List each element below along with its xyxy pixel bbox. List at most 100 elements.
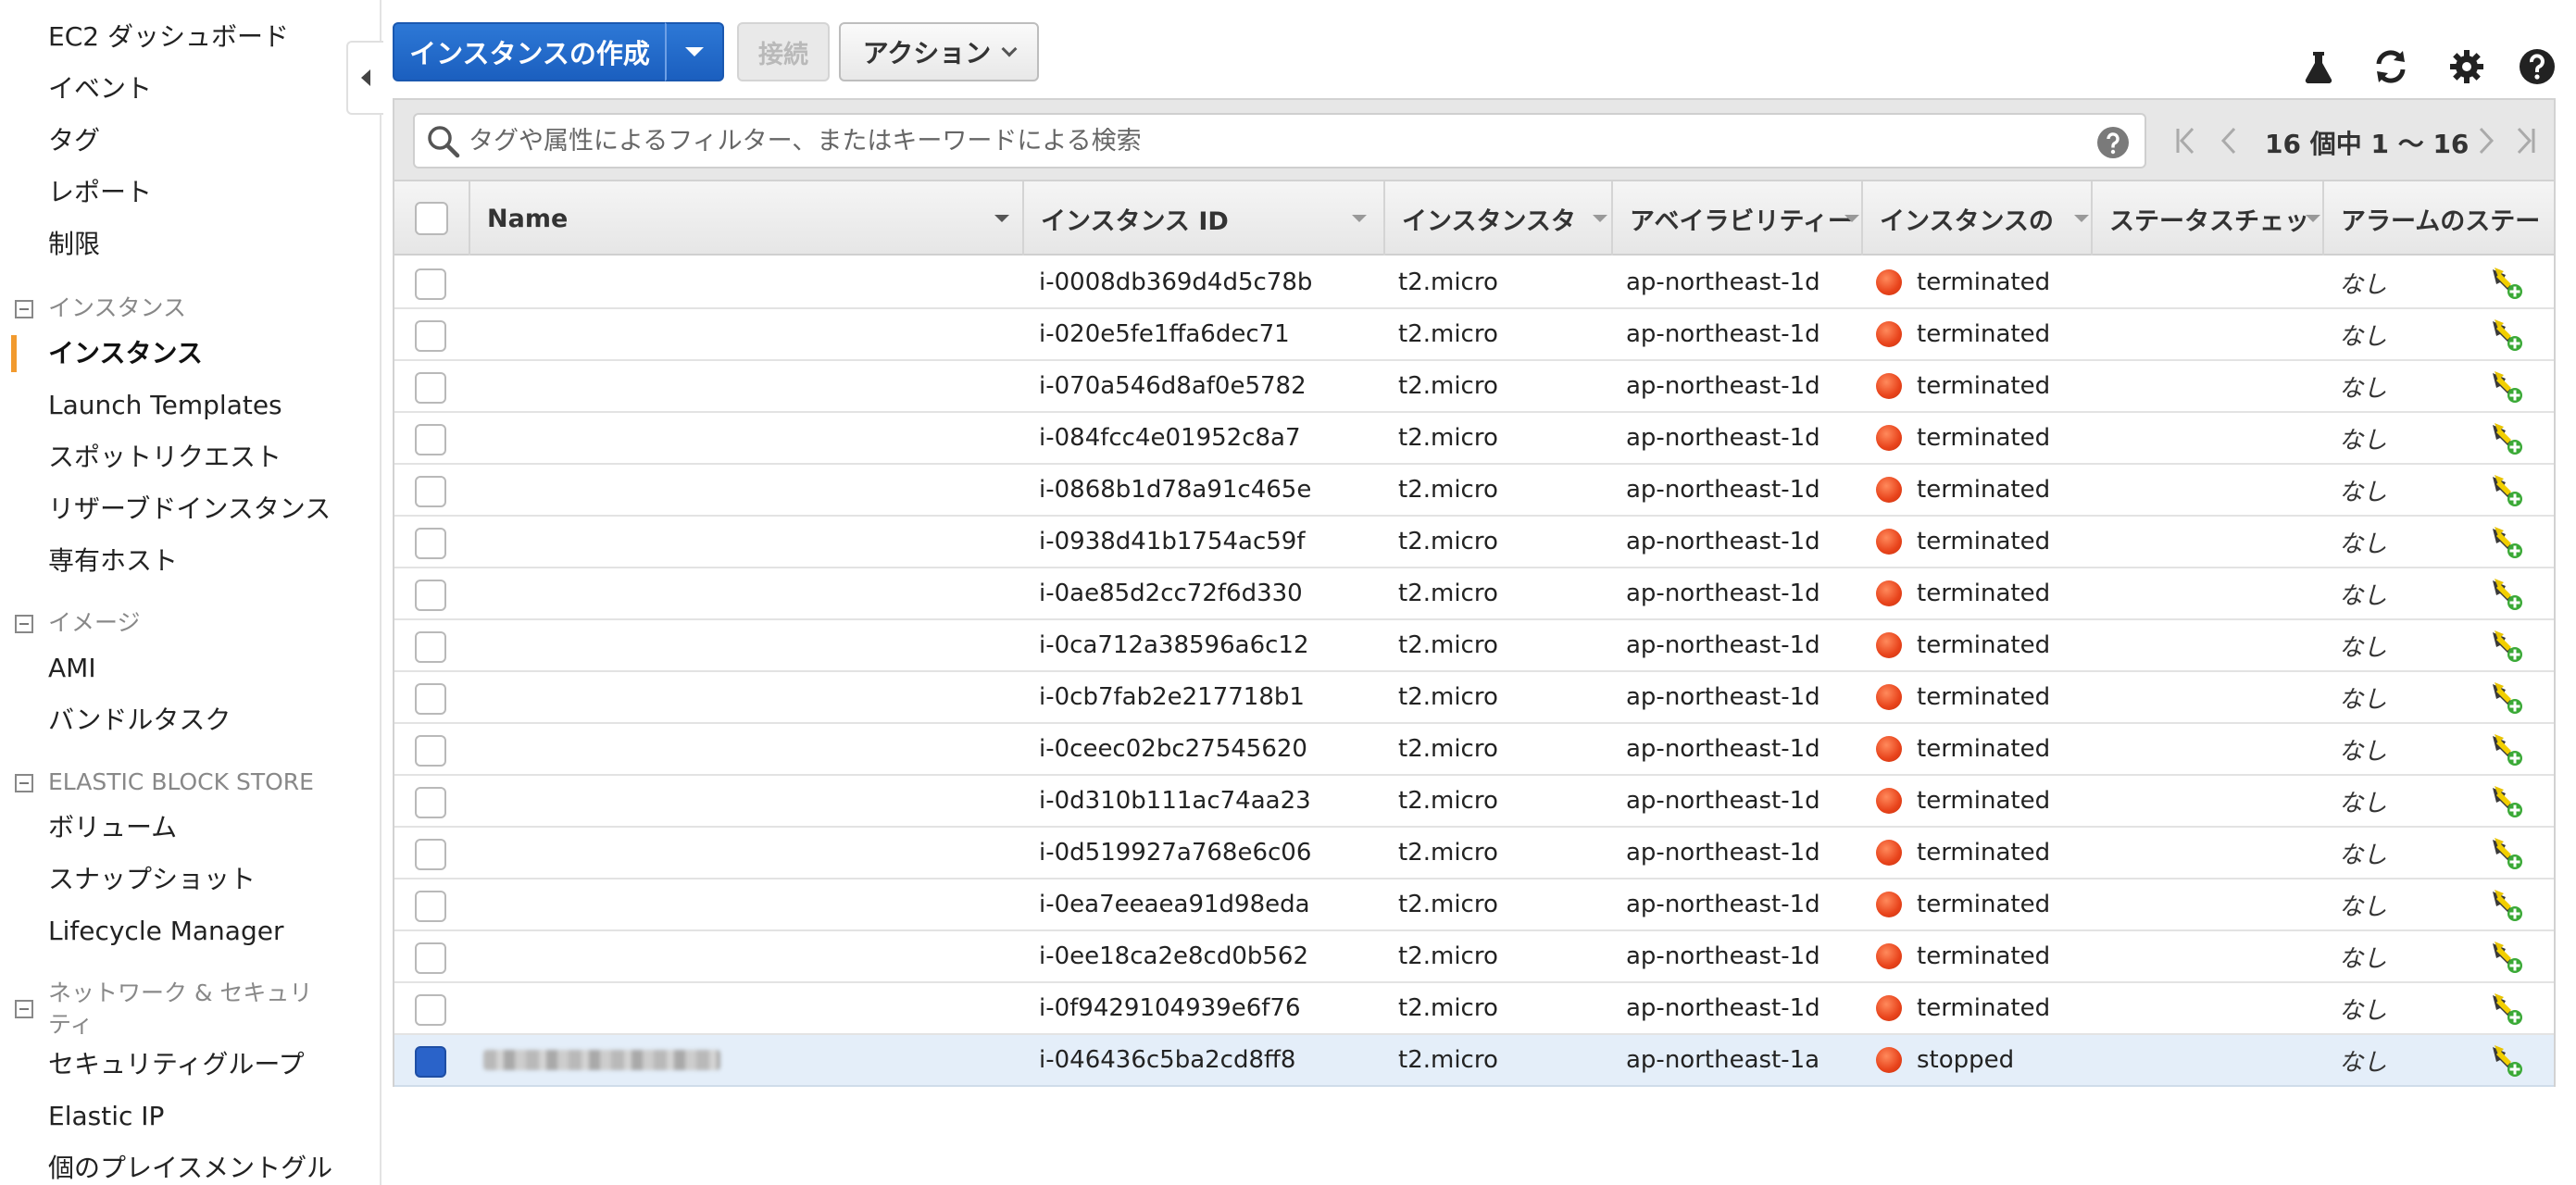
table-row[interactable]: i-0ee18ca2e8cd0b562 t2.micro ap-northeast-… <box>394 931 2554 983</box>
table-row[interactable]: i-0868b1d78a91c465e t2.micro ap-northeast-… <box>394 465 2554 517</box>
sidebar-item-ec2-dashboard[interactable]: EC2 ダッシュボード <box>48 19 289 56</box>
column-header-availability-zone[interactable]: アベイラビリティー <box>1611 181 1861 256</box>
row-checkbox[interactable] <box>415 1046 446 1078</box>
table-row[interactable]: i-070a546d8af0e5782 t2.micro ap-northeast-… <box>394 361 2554 413</box>
create-alarm-icon[interactable] <box>2487 517 2524 567</box>
last-page-icon[interactable] <box>2509 122 2543 159</box>
column-header-status-checks[interactable]: ステータスチェッ <box>2091 181 2322 256</box>
row-checkbox[interactable] <box>415 839 446 870</box>
refresh-icon[interactable] <box>2370 46 2411 87</box>
create-alarm-icon[interactable] <box>2487 413 2524 463</box>
sidebar-item-elastic-ip[interactable]: Elastic IP <box>48 1098 164 1135</box>
create-alarm-icon[interactable] <box>2487 724 2524 774</box>
create-alarm-icon[interactable] <box>2487 568 2524 618</box>
sidebar-collapse-toggle[interactable] <box>346 41 383 115</box>
table-row[interactable]: i-0f9429104939e6f76 t2.micro ap-northeast-… <box>394 983 2554 1035</box>
search-input[interactable] <box>469 120 2043 161</box>
column-header-instance-type[interactable]: インスタンスタ <box>1383 181 1611 256</box>
create-alarm-icon[interactable] <box>2487 776 2524 826</box>
first-page-icon[interactable] <box>2169 122 2202 159</box>
help-icon[interactable] <box>2517 46 2557 87</box>
sidebar-item-dedicated-hosts[interactable]: 専有ホスト <box>48 543 178 580</box>
column-header-alarm-status[interactable]: アラームのステー <box>2322 181 2545 256</box>
column-header-instance-id[interactable]: インスタンス ID <box>1022 181 1383 256</box>
create-alarm-icon[interactable] <box>2487 257 2524 307</box>
table-row[interactable]: i-0ea7eeaea91d98eda t2.micro ap-northeast-… <box>394 879 2554 931</box>
row-checkbox[interactable] <box>415 942 446 974</box>
sidebar-item-limits[interactable]: 制限 <box>48 226 100 263</box>
select-all-checkbox[interactable] <box>415 202 448 235</box>
table-row[interactable]: i-0ae85d2cc72f6d330 t2.micro ap-northeast-… <box>394 568 2554 620</box>
sidebar-item-snapshots[interactable]: スナップショット <box>48 861 256 898</box>
column-header-instance-state[interactable]: インスタンスの <box>1861 181 2091 256</box>
instance-state-cell: terminated <box>1876 413 2050 463</box>
row-checkbox[interactable] <box>415 372 446 404</box>
sidebar-item-lifecycle-manager[interactable]: Lifecycle Manager <box>48 913 283 950</box>
sidebar-item-events[interactable]: イベント <box>48 70 152 107</box>
create-alarm-icon[interactable] <box>2487 1035 2524 1085</box>
create-alarm-icon[interactable] <box>2487 828 2524 878</box>
sidebar-item-tags[interactable]: タグ <box>48 122 100 159</box>
sidebar-item-bundle-tasks[interactable]: バンドルタスク <box>48 702 231 739</box>
row-checkbox[interactable] <box>415 683 446 715</box>
create-alarm-icon[interactable] <box>2487 620 2524 670</box>
sidebar-section-ebs[interactable]: ELASTIC BLOCK STORE <box>15 767 326 798</box>
flask-icon[interactable] <box>2298 46 2339 87</box>
collapse-icon[interactable] <box>15 1000 33 1018</box>
sidebar-item-instances[interactable]: インスタンス <box>48 335 203 372</box>
row-checkbox[interactable] <box>415 528 446 559</box>
table-row[interactable]: i-0008db369d4d5c78b t2.micro ap-northeast-… <box>394 257 2554 309</box>
create-instance-dropdown-button[interactable] <box>665 22 724 81</box>
create-alarm-icon[interactable] <box>2487 465 2524 515</box>
sidebar-item-placement-groups[interactable]: 個のプレイスメントグル <box>48 1150 332 1185</box>
create-alarm-icon[interactable] <box>2487 309 2524 359</box>
sidebar-item-reserved-instances[interactable]: リザーブドインスタンス <box>48 491 331 528</box>
table-row[interactable]: i-0ceec02bc27545620 t2.micro ap-northeast-… <box>394 724 2554 776</box>
gear-icon[interactable] <box>2446 46 2487 87</box>
table-row[interactable]: i-0938d41b1754ac59f t2.micro ap-northeast-… <box>394 517 2554 568</box>
table-row[interactable]: i-046436c5ba2cd8ff8 t2.micro ap-northeast-… <box>394 1035 2554 1087</box>
column-header-name[interactable]: Name <box>469 181 1022 256</box>
search-box[interactable] <box>413 113 2146 168</box>
row-checkbox[interactable] <box>415 580 446 611</box>
row-checkbox[interactable] <box>415 787 446 818</box>
create-alarm-icon[interactable] <box>2487 983 2524 1033</box>
next-page-icon[interactable] <box>2469 122 2502 159</box>
table-row[interactable]: i-0d310b111ac74aa23 t2.micro ap-northeast-… <box>394 776 2554 828</box>
sidebar-item-ami[interactable]: AMI <box>48 650 96 687</box>
sidebar-item-volumes[interactable]: ボリューム <box>48 809 177 846</box>
row-checkbox[interactable] <box>415 994 446 1026</box>
search-help-icon[interactable] <box>2096 126 2130 163</box>
create-alarm-icon[interactable] <box>2487 931 2524 981</box>
create-instance-button[interactable]: インスタンスの作成 <box>393 22 667 81</box>
table-row[interactable]: i-0d519927a768e6c06 t2.micro ap-northeast-… <box>394 828 2554 879</box>
row-checkbox[interactable] <box>415 891 446 922</box>
table-row[interactable]: i-084fcc4e01952c8a7 t2.micro ap-northeast-… <box>394 413 2554 465</box>
sidebar-section-network-security[interactable]: ネットワーク & セキュリティ <box>15 978 317 1041</box>
row-checkbox[interactable] <box>415 424 446 455</box>
table-row[interactable]: i-0cb7fab2e217718b1 t2.micro ap-northeast-… <box>394 672 2554 724</box>
create-alarm-icon[interactable] <box>2487 361 2524 411</box>
previous-page-icon[interactable] <box>2213 122 2246 159</box>
alarm-status-text: なし <box>2339 270 2388 299</box>
row-checkbox[interactable] <box>415 735 446 767</box>
collapse-icon[interactable] <box>15 615 33 633</box>
sidebar-item-reports[interactable]: レポート <box>48 174 152 211</box>
row-checkbox[interactable] <box>415 476 446 507</box>
sidebar-section-images[interactable]: イメージ <box>15 607 326 639</box>
collapse-icon[interactable] <box>15 774 33 792</box>
sidebar-section-instances[interactable]: インスタンス <box>15 293 326 324</box>
table-row[interactable]: i-020e5fe1ffa6dec71 t2.micro ap-northeast-… <box>394 309 2554 361</box>
row-checkbox[interactable] <box>415 268 446 300</box>
create-alarm-icon[interactable] <box>2487 672 2524 722</box>
row-checkbox[interactable] <box>415 631 446 663</box>
collapse-icon[interactable] <box>15 300 33 318</box>
connect-button[interactable]: 接続 <box>737 22 830 81</box>
create-alarm-icon[interactable] <box>2487 879 2524 929</box>
sidebar-item-security-groups[interactable]: セキュリティグループ <box>48 1046 305 1083</box>
sidebar-item-launch-templates[interactable]: Launch Templates <box>48 387 282 424</box>
table-row[interactable]: i-0ca712a38596a6c12 t2.micro ap-northeast-… <box>394 620 2554 672</box>
actions-button[interactable]: アクション <box>839 22 1039 81</box>
row-checkbox[interactable] <box>415 320 446 352</box>
sidebar-item-spot-requests[interactable]: スポットリクエスト <box>48 439 281 476</box>
